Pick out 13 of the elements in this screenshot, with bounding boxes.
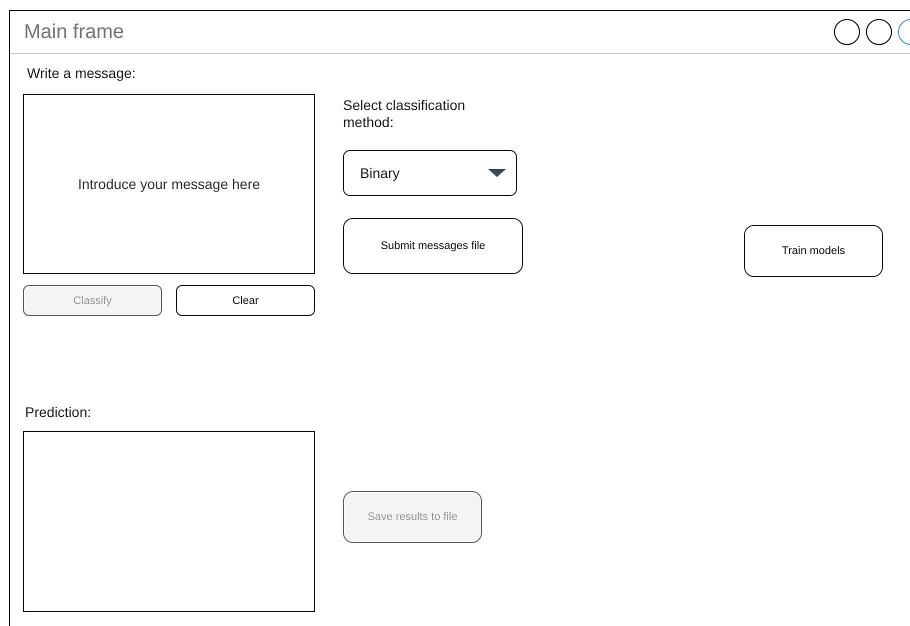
method-dropdown[interactable]: Binary xyxy=(343,150,517,196)
method-label: Select classification method: xyxy=(343,97,466,131)
submit-button[interactable]: Submit messages file xyxy=(343,218,523,274)
message-label: Write a message: xyxy=(27,65,136,81)
prediction-field[interactable] xyxy=(23,431,315,612)
window-title: Main frame xyxy=(24,20,124,44)
window-control-icon[interactable] xyxy=(866,19,892,45)
action-button[interactable]: Clear xyxy=(176,285,315,316)
caret-icon xyxy=(488,168,506,178)
window-control-icon[interactable] xyxy=(834,19,860,45)
message-field[interactable]: Introduce your message here xyxy=(23,94,315,274)
prediction-label: Prediction: xyxy=(25,404,92,420)
train-button[interactable]: Train models xyxy=(744,225,883,277)
